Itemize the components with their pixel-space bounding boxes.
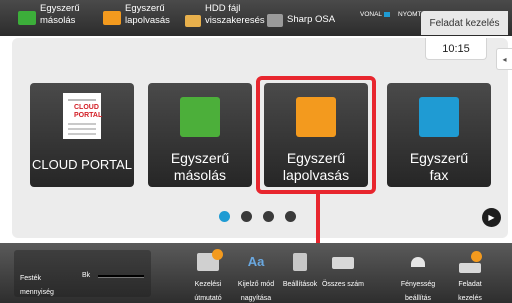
tile-label: Egyszerű fax <box>409 150 469 183</box>
job-status-bottom-button[interactable]: Feladat kezelés <box>447 247 493 303</box>
line-status-label: VONAL <box>360 11 383 18</box>
sun-shape <box>411 257 425 267</box>
page-dot[interactable] <box>263 211 274 222</box>
fax-icon <box>419 97 459 137</box>
clock: 10:15 <box>425 38 487 60</box>
shortcut-label: HDD fájl visszakeresés <box>205 3 265 26</box>
total-count-button[interactable]: Összes szám <box>320 247 366 303</box>
tile-label: Egyszerű másolás <box>170 150 230 183</box>
copy-icon <box>180 97 220 137</box>
tile-easy-fax[interactable]: Egyszerű fax <box>387 83 491 187</box>
toner-label: Festék mennyiség <box>20 275 54 296</box>
shortcut-easy-copy[interactable]: Egyszerű másolás <box>18 3 80 33</box>
shortcut-sharp-osa[interactable]: Sharp OSA <box>267 3 335 33</box>
tile-label: CLOUD PORTAL <box>32 157 132 172</box>
job-status-icon <box>459 263 481 273</box>
brightness-adjustment-button[interactable]: Fényesség beállítás <box>395 247 441 303</box>
page-indicator <box>219 211 307 222</box>
toner-color-label: Bk <box>82 272 91 279</box>
enlarge-display-mode-button[interactable]: Aa Kijelző mód nagyítása <box>233 247 279 303</box>
side-panel-tab-icon[interactable]: ◂ <box>496 48 512 70</box>
shortcut-hdd-file-retrieve[interactable]: HDD fájl visszakeresés <box>185 3 265 33</box>
folder-icon <box>185 15 201 27</box>
alert-badge-icon <box>471 251 482 262</box>
toner-quantity-panel: Festék mennyiség Bk <box>14 250 151 297</box>
cloud-portal-icon: CLOUD PORTAL <box>63 93 103 139</box>
print-status-label: NYOMT. <box>398 11 423 18</box>
settings-icon <box>293 253 307 271</box>
shortcut-label: Egyszerű lapolvasás <box>125 3 170 26</box>
line-status-indicator: VONAL <box>360 11 391 18</box>
page-dot[interactable] <box>241 211 252 222</box>
bottom-item-label: Összes szám <box>321 281 364 288</box>
line-status-light-icon <box>384 12 391 17</box>
shortcut-label: Sharp OSA <box>287 14 336 25</box>
highlight-box <box>256 76 376 194</box>
help-badge-icon <box>212 249 223 260</box>
tile-cloud-portal[interactable]: CLOUD PORTAL CLOUD PORTAL <box>30 83 134 187</box>
print-status-indicator: NYOMT. <box>398 11 423 18</box>
page-dot[interactable] <box>285 211 296 222</box>
toner-level-bar <box>98 275 144 278</box>
settings-button[interactable]: Beállítások <box>277 247 323 303</box>
bottom-item-label: Feladat kezelés <box>458 281 482 302</box>
copy-icon <box>18 11 36 25</box>
page-dot[interactable] <box>219 211 230 222</box>
shortcut-easy-scan[interactable]: Egyszerű lapolvasás <box>103 3 170 33</box>
shortcut-label: Egyszerű másolás <box>40 3 80 26</box>
scan-icon <box>103 11 121 25</box>
tile-easy-copy[interactable]: Egyszerű másolás <box>148 83 252 187</box>
cloud-portal-logo-text: CLOUD PORTAL <box>74 104 103 119</box>
counter-icon <box>332 257 354 269</box>
job-status-button[interactable]: Feladat kezelés <box>421 11 508 35</box>
zoom-icon: Aa <box>247 254 265 269</box>
next-page-icon[interactable]: ▶ <box>482 208 501 227</box>
osa-icon <box>267 14 283 27</box>
